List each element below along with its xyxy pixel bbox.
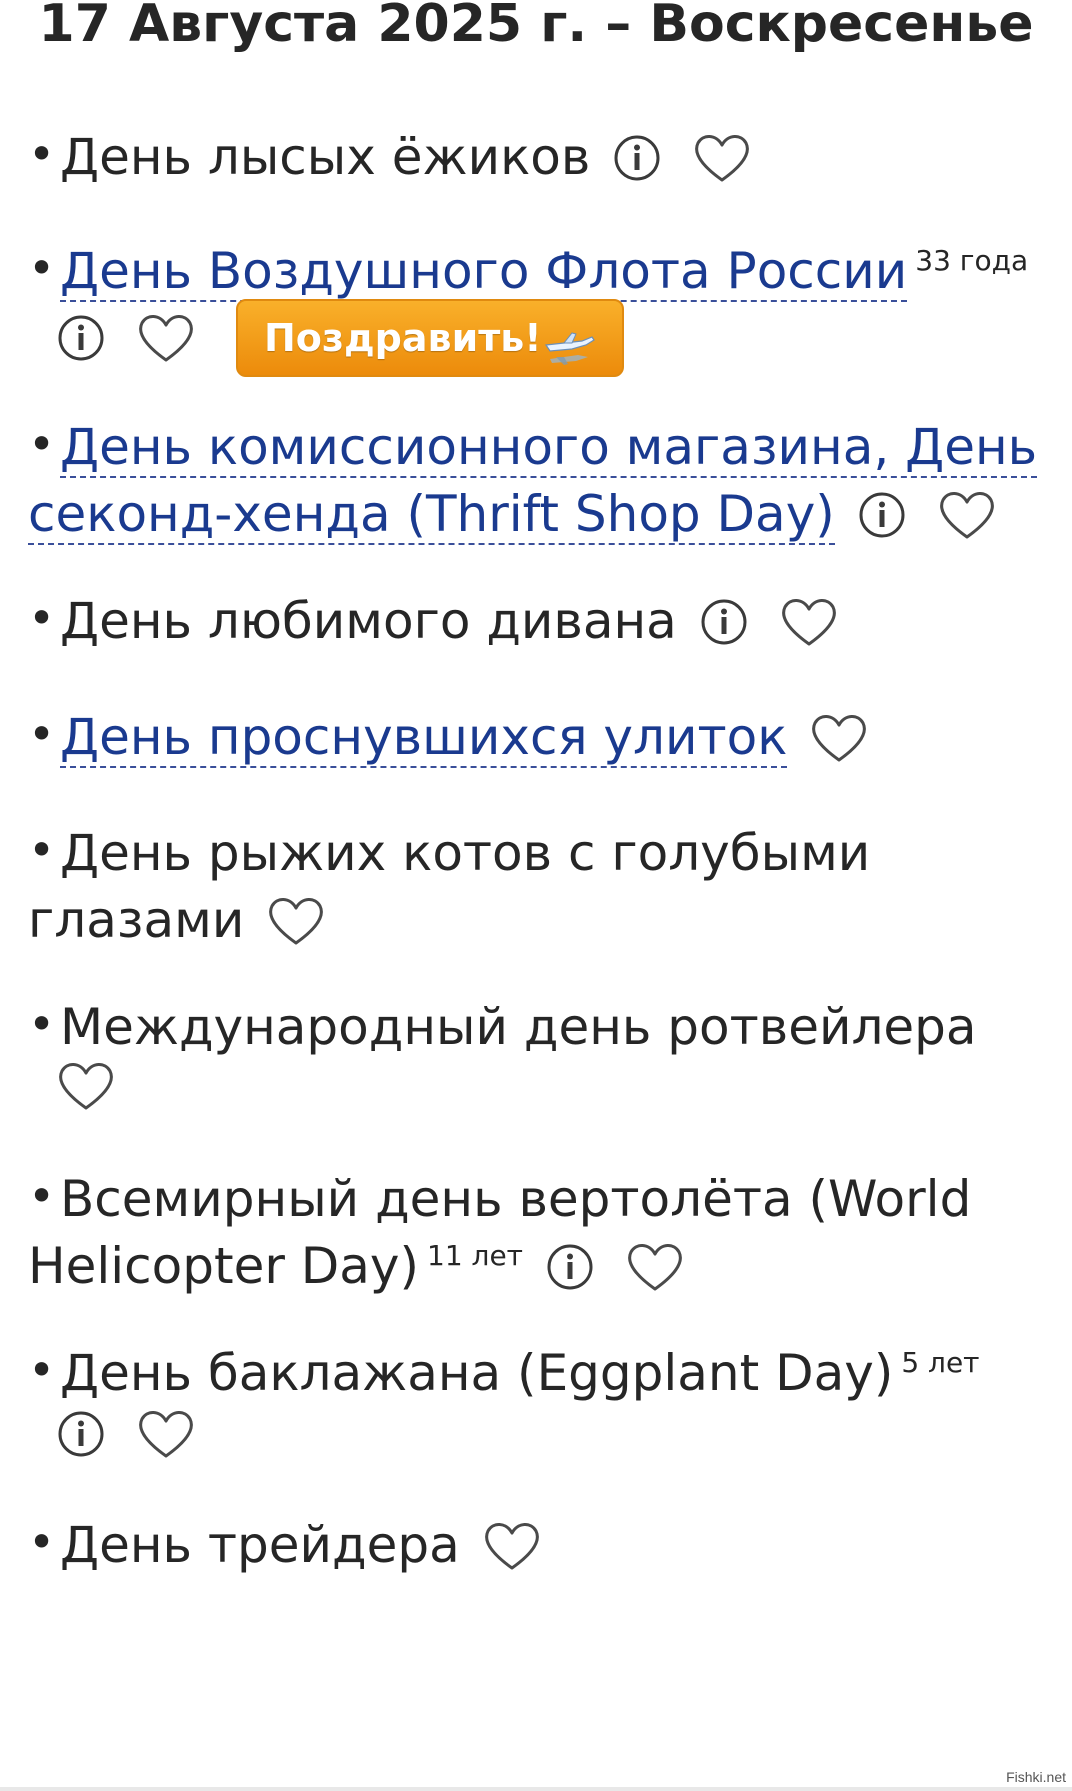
list-item: •Международный день ротвейлера: [28, 994, 1048, 1061]
heart-icon[interactable]: [136, 311, 196, 365]
info-icon[interactable]: [612, 133, 662, 183]
anniversary-years: 11 лет: [427, 1239, 523, 1273]
heart-icon[interactable]: [692, 131, 752, 185]
heart-icon[interactable]: [779, 595, 839, 649]
bullet: •: [28, 591, 56, 645]
bullet: •: [28, 1515, 56, 1569]
watermark: Fishki.net: [1006, 1769, 1066, 1785]
heart-icon[interactable]: [56, 1059, 116, 1113]
list-item: •День лысых ёжиков: [28, 124, 1048, 194]
list-item: •День проснувшихся улиток: [28, 704, 1048, 774]
list-item: •День трейдера: [28, 1512, 1048, 1582]
list-item-actions: Поздравить!: [28, 299, 1048, 383]
holiday-name: День трейдера: [60, 1516, 460, 1574]
info-icon[interactable]: [56, 313, 106, 363]
holiday-name: День любимого дивана: [60, 592, 677, 650]
heart-icon[interactable]: [482, 1519, 542, 1573]
list-item: •День рыжих котов с голубыми глазами: [28, 820, 928, 957]
bullet: •: [28, 1343, 56, 1397]
congratulate-button[interactable]: Поздравить!: [236, 299, 624, 377]
list-item: •День Воздушного Флота России 33 года: [28, 238, 1048, 305]
bullet: •: [28, 823, 56, 877]
heart-icon[interactable]: [625, 1240, 685, 1294]
bullet: •: [28, 127, 56, 181]
bullet: •: [28, 241, 56, 295]
info-icon[interactable]: [56, 1409, 106, 1459]
holiday-name: Международный день ротвейлера: [60, 998, 977, 1056]
list-item-actions: [28, 1400, 1048, 1470]
holiday-name: День баклажана (Eggplant Day): [60, 1344, 894, 1402]
list-item: •День комиссионного магазина, День секон…: [28, 414, 1048, 551]
info-icon[interactable]: [699, 597, 749, 647]
bullet: •: [28, 1169, 56, 1223]
heart-icon[interactable]: [136, 1407, 196, 1461]
anniversary-years: 5 лет: [901, 1346, 980, 1380]
bullet: •: [28, 707, 56, 761]
congratulate-button-label: Поздравить!: [264, 316, 542, 360]
airplane-icon: [542, 319, 596, 393]
info-icon[interactable]: [545, 1242, 595, 1292]
heart-icon[interactable]: [809, 711, 869, 765]
heart-icon[interactable]: [937, 488, 997, 542]
holiday-link[interactable]: День Воздушного Флота России: [60, 242, 908, 302]
holiday-link[interactable]: День проснувшихся улиток: [60, 708, 788, 768]
holiday-calendar-page: 17 Августа 2025 г. – Воскресенье •День л…: [0, 0, 1072, 1791]
bullet: •: [28, 417, 56, 471]
list-item: •День любимого дивана: [28, 588, 1048, 658]
bottom-edge: [0, 1787, 1072, 1791]
info-icon[interactable]: [857, 490, 907, 540]
heart-icon[interactable]: [266, 894, 326, 948]
holiday-name: День рыжих котов с голубыми глазами: [28, 824, 871, 949]
bullet: •: [28, 997, 56, 1051]
list-item: •Всемирный день вертолёта (World Helicop…: [28, 1166, 988, 1303]
list-item-actions: [28, 1052, 1048, 1122]
holiday-name: Всемирный день вертолёта (World Helicopt…: [28, 1170, 972, 1295]
holiday-name: День лысых ёжиков: [60, 128, 591, 186]
page-title: 17 Августа 2025 г. – Воскресенье: [38, 0, 1034, 54]
anniversary-years: 33 года: [915, 244, 1029, 278]
